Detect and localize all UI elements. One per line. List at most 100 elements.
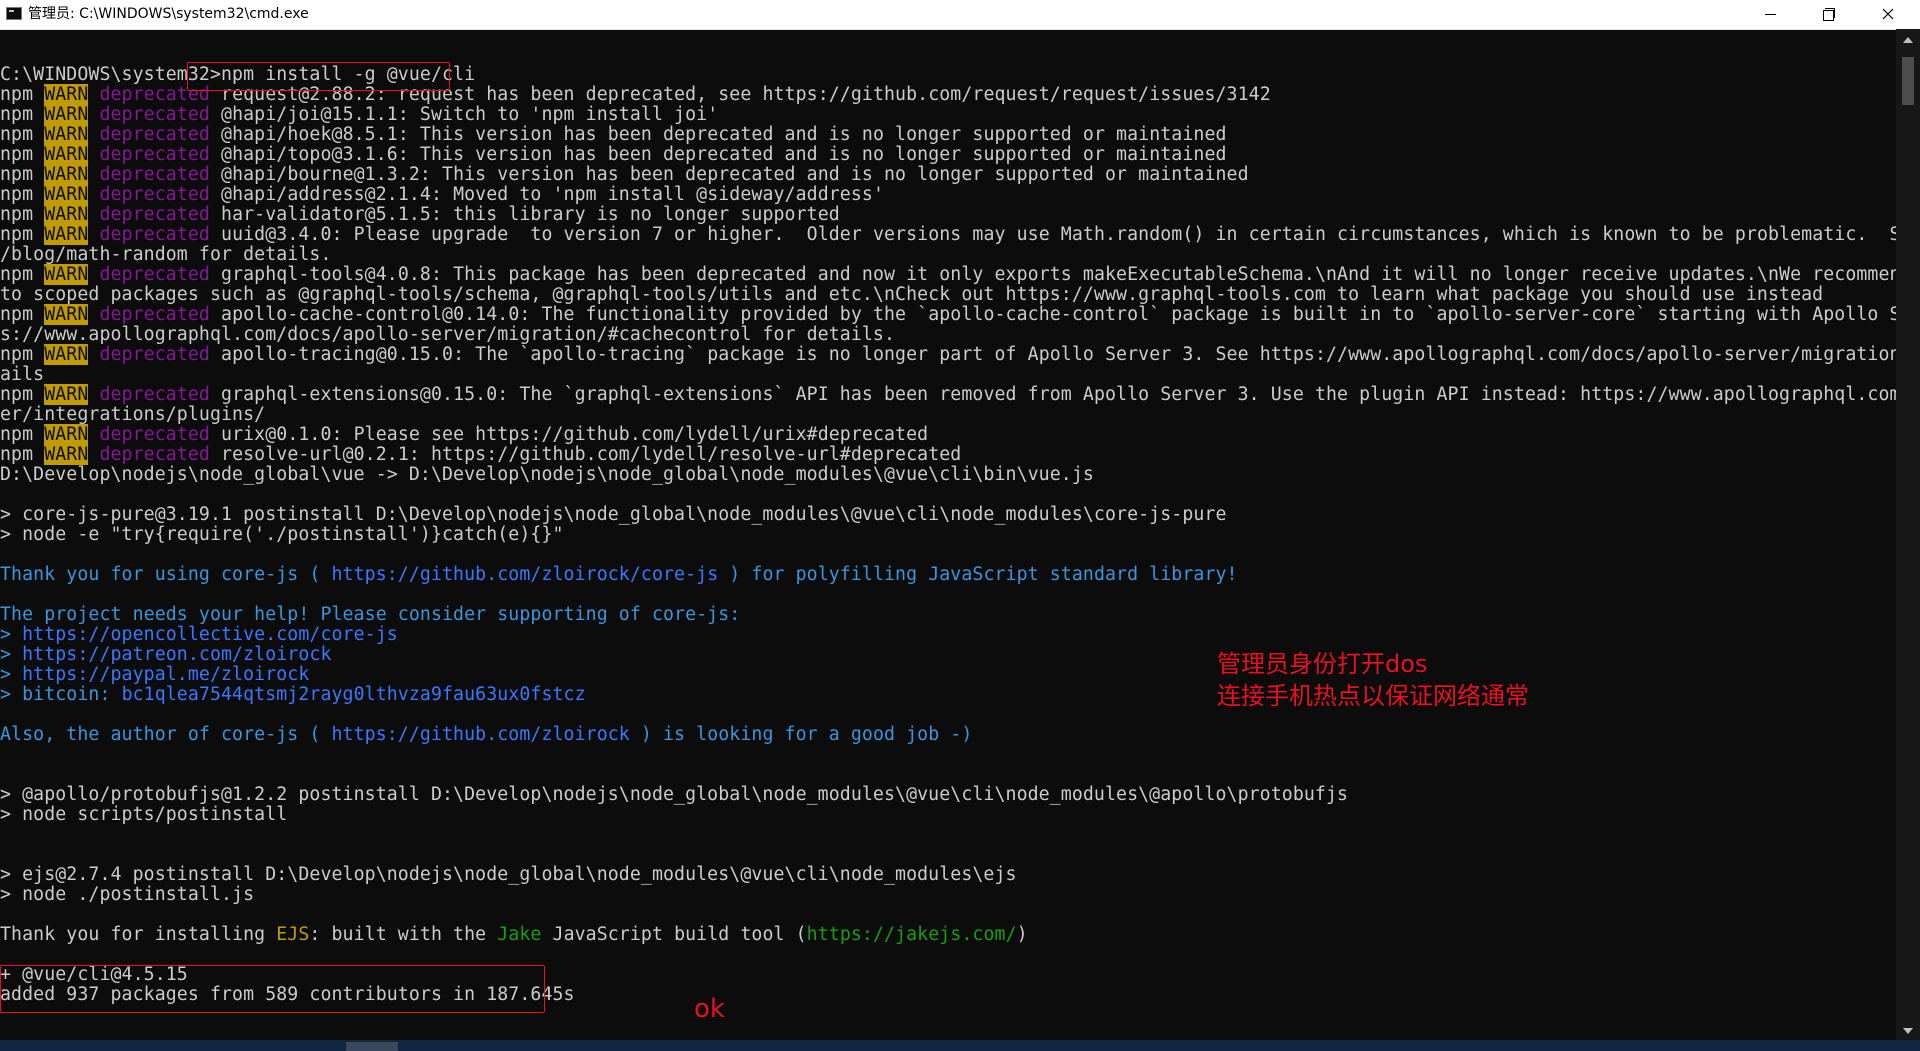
console-line: npm WARN deprecated @hapi/address@2.1.4:… — [0, 184, 1896, 205]
warn-badge: WARN — [44, 204, 89, 225]
console-line: to scoped packages such as @graphql-tool… — [0, 285, 1896, 305]
console-text: The project needs your help! Please cons… — [0, 604, 741, 625]
console-link: https://opencollective.com/core-js — [22, 624, 398, 645]
console-text: npm — [0, 104, 45, 125]
console-text: deprecated — [99, 264, 210, 285]
minimize-button[interactable] — [1743, 0, 1799, 29]
console-text: > — [0, 624, 23, 645]
console-text: deprecated — [99, 104, 210, 125]
console-output[interactable]: C:\WINDOWS\system32>npm install -g @vue/… — [0, 65, 1896, 1040]
console-text: npm — [0, 444, 45, 465]
console-line: npm WARN deprecated apollo-cache-control… — [0, 304, 1896, 325]
console-text: urix@0.1.0: Please see https://github.co… — [209, 424, 929, 445]
taskbar-item[interactable] — [346, 1042, 398, 1051]
warn-badge: WARN — [44, 264, 89, 285]
console-text: apollo-tracing@0.15.0: The `apollo-traci… — [221, 344, 1896, 365]
console-text: deprecated — [99, 424, 210, 445]
console-text: npm — [0, 304, 45, 325]
close-icon — [1882, 8, 1894, 20]
console-text: > core-js-pure@3.19.1 postinstall D:\Dev… — [0, 504, 1227, 525]
warn-badge: WARN — [44, 144, 89, 165]
console-line: The project needs your help! Please cons… — [0, 605, 1896, 625]
console-text: deprecated — [99, 144, 210, 165]
annotation-note-line1: 管理员身份打开dos — [1217, 650, 1428, 678]
close-button[interactable] — [1856, 0, 1920, 29]
console-line: > ejs@2.7.4 postinstall D:\Develop\nodej… — [0, 865, 1896, 885]
scroll-thumb[interactable] — [1902, 57, 1914, 105]
console-line: s://www.apollographql.com/docs/apollo-se… — [0, 325, 1896, 345]
console-line: npm WARN deprecated graphql-extensions@0… — [0, 384, 1896, 405]
warn-badge: WARN — [44, 124, 89, 145]
console-text: Thank you for installing — [0, 924, 277, 945]
console-line: > bitcoin: bc1qlea7544qtsmj2rayg0lthvza9… — [0, 685, 1896, 705]
console-line: > core-js-pure@3.19.1 postinstall D:\Dev… — [0, 505, 1896, 525]
console-text: graphql-tools@4.0.8: This package has be… — [209, 264, 1896, 285]
console-text: npm — [0, 144, 45, 165]
console-text: > bitcoin: — [0, 684, 122, 705]
scroll-down-icon[interactable] — [1903, 1028, 1913, 1034]
console-line: npm WARN deprecated har-validator@5.1.5:… — [0, 204, 1896, 225]
cmd-icon[interactable] — [6, 7, 22, 20]
console-line: /blog/math-random for details. — [0, 245, 1896, 265]
title-bar[interactable]: 管理员: C:\WINDOWS\system32\cmd.exe — [0, 0, 1920, 30]
highlight-result-box — [0, 965, 545, 1013]
console-line: > node scripts/postinstall — [0, 805, 1896, 825]
console-link: bc1qlea7544qtsmj2rayg0lthvza9fau63ux0fst… — [121, 684, 586, 705]
annotation-note: 管理员身份打开dos 连接手机热点以保证网络通常 — [1217, 648, 1529, 712]
console-line: npm WARN deprecated apollo-tracing@0.15.… — [0, 344, 1896, 365]
console-line: > node ./postinstall.js — [0, 885, 1896, 905]
warn-badge: WARN — [44, 444, 89, 465]
console-text: @hapi/address@2.1.4: Moved to 'npm insta… — [209, 184, 885, 205]
console-link: https://github.com/zloirock — [331, 724, 630, 745]
console-text: npm — [0, 164, 45, 185]
console-text: uuid@3.4.0: Please upgrade to version 7 … — [221, 224, 1896, 245]
console-text: deprecated — [99, 164, 210, 185]
console-text: deprecated — [99, 124, 210, 145]
console-text: deprecated — [99, 304, 210, 325]
console-text: /blog/math-random for details. — [0, 244, 332, 265]
console-text: > — [0, 664, 23, 685]
console-line: npm WARN deprecated graphql-tools@4.0.8:… — [0, 264, 1896, 285]
console-line: npm WARN deprecated @hapi/topo@3.1.6: Th… — [0, 144, 1896, 165]
restore-button[interactable] — [1800, 0, 1856, 29]
console-text: @hapi/topo@3.1.6: This version has been … — [209, 144, 1227, 165]
console-text: npm — [0, 424, 45, 445]
console-text: deprecated — [99, 384, 210, 405]
console-text: apollo-cache-control@0.14.0: The functio… — [221, 304, 1896, 325]
console-line: npm WARN deprecated @hapi/bourne@1.3.2: … — [0, 164, 1896, 185]
scroll-up-icon[interactable] — [1903, 37, 1913, 43]
warn-badge: WARN — [44, 84, 89, 105]
console-text: deprecated — [99, 444, 210, 465]
console-line: ails — [0, 365, 1896, 385]
annotation-note-line2: 连接手机热点以保证网络通常 — [1217, 682, 1529, 710]
console-text: deprecated — [99, 224, 210, 245]
console-text: ) is looking for a good job -) — [629, 724, 973, 745]
console-link: https://github.com/zloirock/core-js — [331, 564, 719, 585]
warn-badge: WARN — [44, 184, 89, 205]
console-text: har-validator@5.1.5: this library is no … — [209, 204, 840, 225]
console-text: resolve-url@0.2.1: https://github.com/ly… — [209, 444, 962, 465]
console-line: Also, the author of core-js ( https://gi… — [0, 725, 1896, 745]
console-text: Jake — [497, 924, 542, 945]
console-text: s://www.apollographql.com/docs/apollo-se… — [0, 324, 896, 345]
warn-badge: WARN — [44, 104, 89, 125]
console-line: > https://paypal.me/zloirock — [0, 665, 1896, 685]
taskbar-edge — [0, 1040, 1920, 1051]
warn-badge: WARN — [44, 224, 89, 245]
console-text: > node scripts/postinstall — [0, 804, 288, 825]
warn-badge: WARN — [44, 344, 89, 365]
vertical-scrollbar[interactable] — [1896, 29, 1920, 1040]
